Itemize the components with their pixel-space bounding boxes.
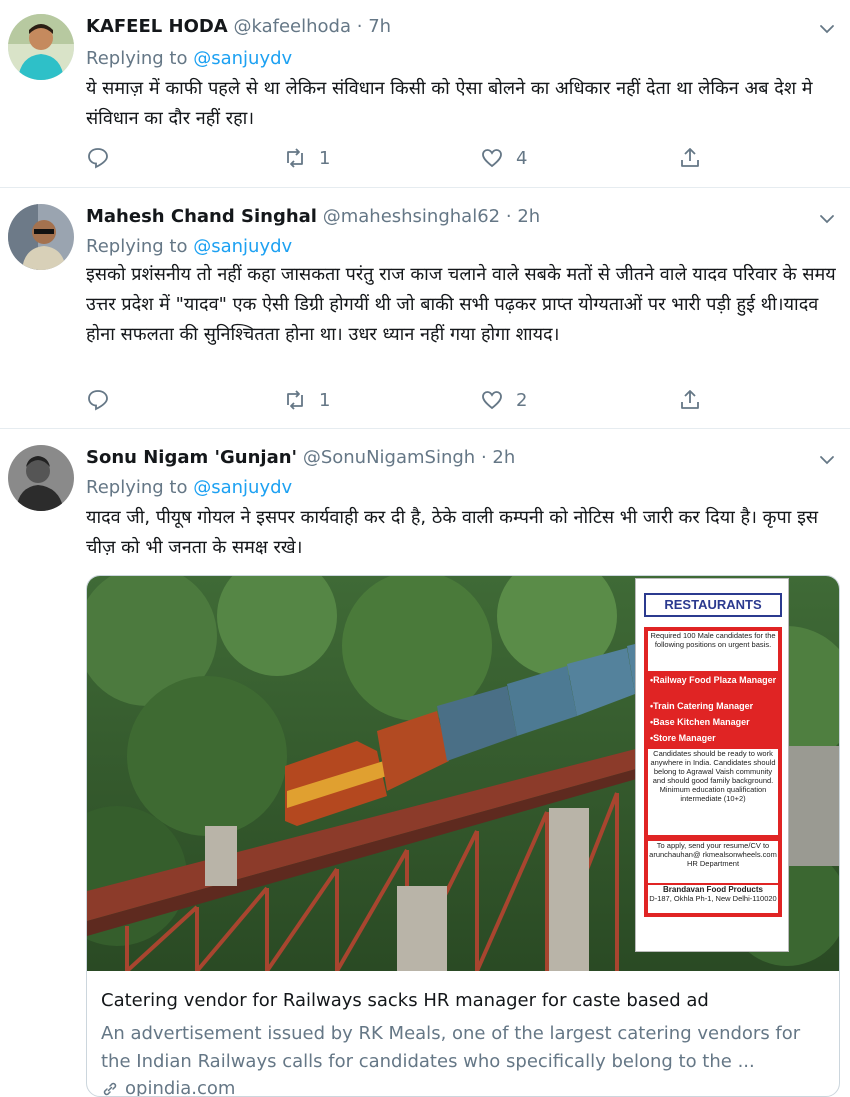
user-handle[interactable]: @kafeelhoda	[233, 16, 351, 37]
ad-position-3: •Base Kitchen Manager	[650, 717, 750, 727]
chevron-down-icon[interactable]	[818, 451, 836, 469]
tweet-2[interactable]: Mahesh Chand Singhal @maheshsinghal62 · …	[0, 188, 850, 429]
replying-to-label: Replying to	[86, 477, 187, 498]
tweet-1[interactable]: KAFEEL HODA @kafeelhoda · 7h Replying to…	[0, 0, 850, 188]
advertisement-clipping: RESTAURANTS Required 100 Male candidates…	[635, 578, 789, 952]
retweet-count: 1	[319, 148, 330, 169]
reply-button[interactable]	[86, 388, 110, 412]
ad-address: D-187, Okhla Ph-1, New Delhi-110020	[648, 894, 778, 903]
chevron-down-icon[interactable]	[818, 210, 836, 228]
tweet-text: यादव जी, पीयूष गोयल ने इसपर कार्यवाही कर…	[86, 503, 836, 563]
share-icon	[678, 146, 702, 170]
heart-icon	[480, 146, 504, 170]
ad-requirements: Candidates should be ready to work anywh…	[648, 749, 778, 835]
tweet-header: Sonu Nigam 'Gunjan' @SonuNigamSingh · 2h	[86, 447, 515, 468]
reply-button[interactable]	[86, 146, 110, 170]
avatar-image	[8, 14, 74, 80]
display-name[interactable]: KAFEEL HODA	[86, 16, 228, 37]
separator-dot: ·	[481, 447, 487, 468]
avatar[interactable]	[8, 14, 74, 80]
chevron-down-icon[interactable]	[818, 20, 836, 38]
timestamp[interactable]: 7h	[368, 16, 391, 37]
tweet-actions: 1 4	[86, 146, 726, 172]
card-description: An advertisement issued by RK Meals, one…	[101, 1020, 827, 1076]
retweet-count: 1	[319, 390, 330, 411]
like-count: 2	[516, 390, 527, 411]
avatar-image	[8, 445, 74, 511]
retweet-button[interactable]: 1	[283, 146, 330, 170]
share-button[interactable]	[678, 388, 702, 412]
avatar[interactable]	[8, 204, 74, 270]
avatar[interactable]	[8, 445, 74, 511]
separator-dot: ·	[357, 16, 363, 37]
replying-to-link[interactable]: @sanjuydv	[193, 477, 292, 498]
replying-to-link[interactable]: @sanjuydv	[193, 236, 292, 257]
reply-icon	[86, 146, 110, 170]
card-domain: opindia.com	[101, 1078, 235, 1097]
retweet-icon	[283, 388, 307, 412]
tweet-header: KAFEEL HODA @kafeelhoda · 7h	[86, 16, 391, 37]
replying-to: Replying to @sanjuydv	[86, 236, 292, 257]
card-title[interactable]: Catering vendor for Railways sacks HR ma…	[101, 990, 709, 1011]
replying-to-label: Replying to	[86, 236, 187, 257]
ad-position-1: •Railway Food Plaza Manager	[650, 675, 776, 685]
reply-icon	[86, 388, 110, 412]
replying-to-link[interactable]: @sanjuydv	[193, 48, 292, 69]
tweet-actions: 1 2	[86, 388, 726, 414]
display-name[interactable]: Mahesh Chand Singhal	[86, 206, 317, 227]
tweet-text: इसको प्रशंसनीय तो नहीं कहा जासकता परंतु …	[86, 260, 836, 350]
card-domain-text: opindia.com	[125, 1078, 235, 1097]
ad-position-4: •Store Manager	[650, 733, 716, 743]
display-name[interactable]: Sonu Nigam 'Gunjan'	[86, 447, 297, 468]
ad-position-2: •Train Catering Manager	[650, 701, 753, 711]
tweet-text: ये समाज़ में काफी पहले से था लेकिन संविध…	[86, 74, 836, 134]
ad-company-name: Brandavan Food Products	[648, 885, 778, 894]
ad-apply: To apply, send your resume/CV to aruncha…	[648, 841, 778, 883]
link-card[interactable]: RESTAURANTS Required 100 Male candidates…	[86, 575, 840, 1097]
replying-to: Replying to @sanjuydv	[86, 477, 292, 498]
ad-company: Brandavan Food Products D-187, Okhla Ph-…	[648, 885, 778, 913]
like-count: 4	[516, 148, 527, 169]
retweet-icon	[283, 146, 307, 170]
tweet-header: Mahesh Chand Singhal @maheshsinghal62 · …	[86, 206, 540, 227]
replying-to: Replying to @sanjuydv	[86, 48, 292, 69]
avatar-image	[8, 204, 74, 270]
timestamp[interactable]: 2h	[517, 206, 540, 227]
share-button[interactable]	[678, 146, 702, 170]
separator-dot: ·	[506, 206, 512, 227]
user-handle[interactable]: @maheshsinghal62	[323, 206, 500, 227]
replying-to-label: Replying to	[86, 48, 187, 69]
ad-heading: RESTAURANTS	[644, 593, 782, 617]
user-handle[interactable]: @SonuNigamSingh	[303, 447, 475, 468]
heart-icon	[480, 388, 504, 412]
like-button[interactable]: 4	[480, 146, 527, 170]
ad-intro: Required 100 Male candidates for the fol…	[648, 631, 778, 671]
card-image[interactable]: RESTAURANTS Required 100 Male candidates…	[87, 576, 839, 971]
link-icon	[101, 1080, 119, 1097]
like-button[interactable]: 2	[480, 388, 527, 412]
share-icon	[678, 388, 702, 412]
ad-red-panel: Required 100 Male candidates for the fol…	[644, 627, 782, 917]
retweet-button[interactable]: 1	[283, 388, 330, 412]
timestamp[interactable]: 2h	[492, 447, 515, 468]
